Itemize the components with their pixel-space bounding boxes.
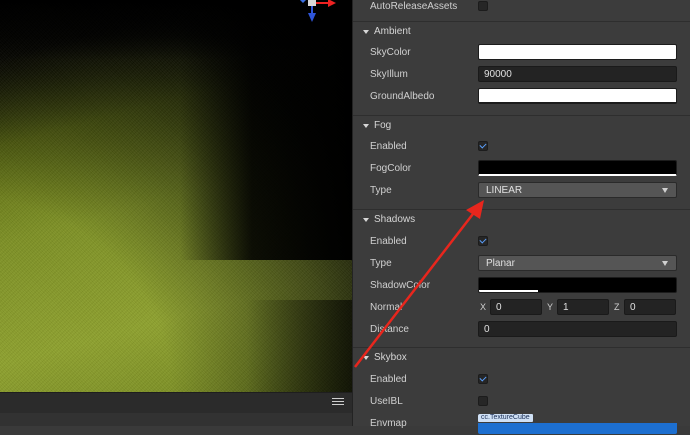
shadows-enabled-row: Enabled xyxy=(353,231,690,253)
auto-release-checkbox[interactable] xyxy=(478,1,488,11)
chevron-down-icon xyxy=(363,124,369,128)
skybox-enabled-label: Enabled xyxy=(370,374,407,385)
normal-z-axis-label: Z xyxy=(614,302,620,312)
normal-y-input[interactable]: 1 xyxy=(557,299,609,315)
axis-gizmo-icon[interactable] xyxy=(298,0,342,26)
caret-down-icon xyxy=(662,261,668,266)
caret-down-icon xyxy=(662,188,668,193)
fog-color-row: FogColor xyxy=(353,158,690,180)
normal-label: Normal xyxy=(370,302,403,313)
envmap-asset-field[interactable]: cc.TextureCube xyxy=(478,414,677,434)
inspector-panel: AutoReleaseAssets Ambient SkyColor SkyIl… xyxy=(352,0,690,434)
sky-color-row: SkyColor xyxy=(353,42,690,64)
sky-illum-row: SkyIllum 90000 xyxy=(353,64,690,86)
fog-title: Fog xyxy=(374,120,392,131)
shadows-type-label: Type xyxy=(370,258,392,269)
asset-drop-bar xyxy=(478,423,677,434)
asset-type-tag: cc.TextureCube xyxy=(478,414,533,422)
use-ibl-row: UseIBL xyxy=(353,391,690,413)
distance-input[interactable]: 0 xyxy=(478,321,677,337)
ambient-title: Ambient xyxy=(374,26,411,37)
scene-footer xyxy=(0,413,352,426)
shadows-section-header[interactable]: Shadows xyxy=(353,209,690,230)
shadows-type-value: Planar xyxy=(486,258,515,269)
chevron-down-icon xyxy=(363,218,369,222)
chevron-down-icon xyxy=(363,30,369,34)
auto-release-row: AutoReleaseAssets xyxy=(353,0,690,18)
shadow-color-alpha-bar xyxy=(479,290,539,292)
chevron-down-icon xyxy=(363,356,369,360)
scene-viewport[interactable] xyxy=(0,0,352,392)
hamburger-menu-icon[interactable] xyxy=(332,396,344,408)
fog-type-row: Type LINEAR xyxy=(353,180,690,202)
skybox-enabled-row: Enabled xyxy=(353,369,690,391)
ground-albedo-row: GroundAlbedo xyxy=(353,86,690,108)
fog-color-swatch[interactable] xyxy=(478,160,677,176)
distance-label: Distance xyxy=(370,324,409,335)
ground-albedo-label: GroundAlbedo xyxy=(370,91,435,102)
auto-release-label: AutoReleaseAssets xyxy=(370,1,458,12)
ground-albedo-swatch[interactable] xyxy=(478,88,677,104)
ambient-section-header[interactable]: Ambient xyxy=(353,21,690,42)
fog-type-value: LINEAR xyxy=(486,185,523,196)
sky-color-swatch[interactable] xyxy=(478,44,677,60)
shadows-type-select[interactable]: Planar xyxy=(478,255,677,271)
scene-toolbar xyxy=(0,392,352,414)
use-ibl-label: UseIBL xyxy=(370,396,403,407)
fog-section-header[interactable]: Fog xyxy=(353,115,690,136)
skybox-enabled-checkbox[interactable] xyxy=(478,374,488,384)
shadow-color-label: ShadowColor xyxy=(370,280,431,291)
normal-x-axis-label: X xyxy=(480,302,487,312)
fog-type-select[interactable]: LINEAR xyxy=(478,182,677,198)
envmap-row: Envmap cc.TextureCube xyxy=(353,413,690,435)
fog-enabled-row: Enabled xyxy=(353,136,690,158)
skybox-title: Skybox xyxy=(374,352,407,363)
normal-z-input[interactable]: 0 xyxy=(624,299,676,315)
skybox-section-header[interactable]: Skybox xyxy=(353,347,690,368)
shadow-color-swatch[interactable] xyxy=(478,277,677,293)
distance-row: Distance 0 xyxy=(353,319,690,341)
shadows-title: Shadows xyxy=(374,214,416,225)
normal-row: Normal X 0 Y 1 Z 0 xyxy=(353,297,690,319)
normal-y-axis-label: Y xyxy=(547,302,554,312)
fog-color-label: FogColor xyxy=(370,163,412,174)
shadows-enabled-checkbox[interactable] xyxy=(478,236,488,246)
sky-illum-label: SkyIllum xyxy=(370,69,408,80)
shadows-type-row: Type Planar xyxy=(353,253,690,275)
use-ibl-checkbox[interactable] xyxy=(478,396,488,406)
fog-type-label: Type xyxy=(370,185,392,196)
sky-color-label: SkyColor xyxy=(370,47,411,58)
sky-illum-input[interactable]: 90000 xyxy=(478,66,677,82)
edge-shadow xyxy=(0,300,352,392)
shadows-enabled-label: Enabled xyxy=(370,236,407,247)
fog-enabled-checkbox[interactable] xyxy=(478,141,488,151)
envmap-label: Envmap xyxy=(370,418,407,429)
shadow-color-row: ShadowColor xyxy=(353,275,690,297)
normal-x-input[interactable]: 0 xyxy=(490,299,542,315)
fog-enabled-label: Enabled xyxy=(370,141,407,152)
